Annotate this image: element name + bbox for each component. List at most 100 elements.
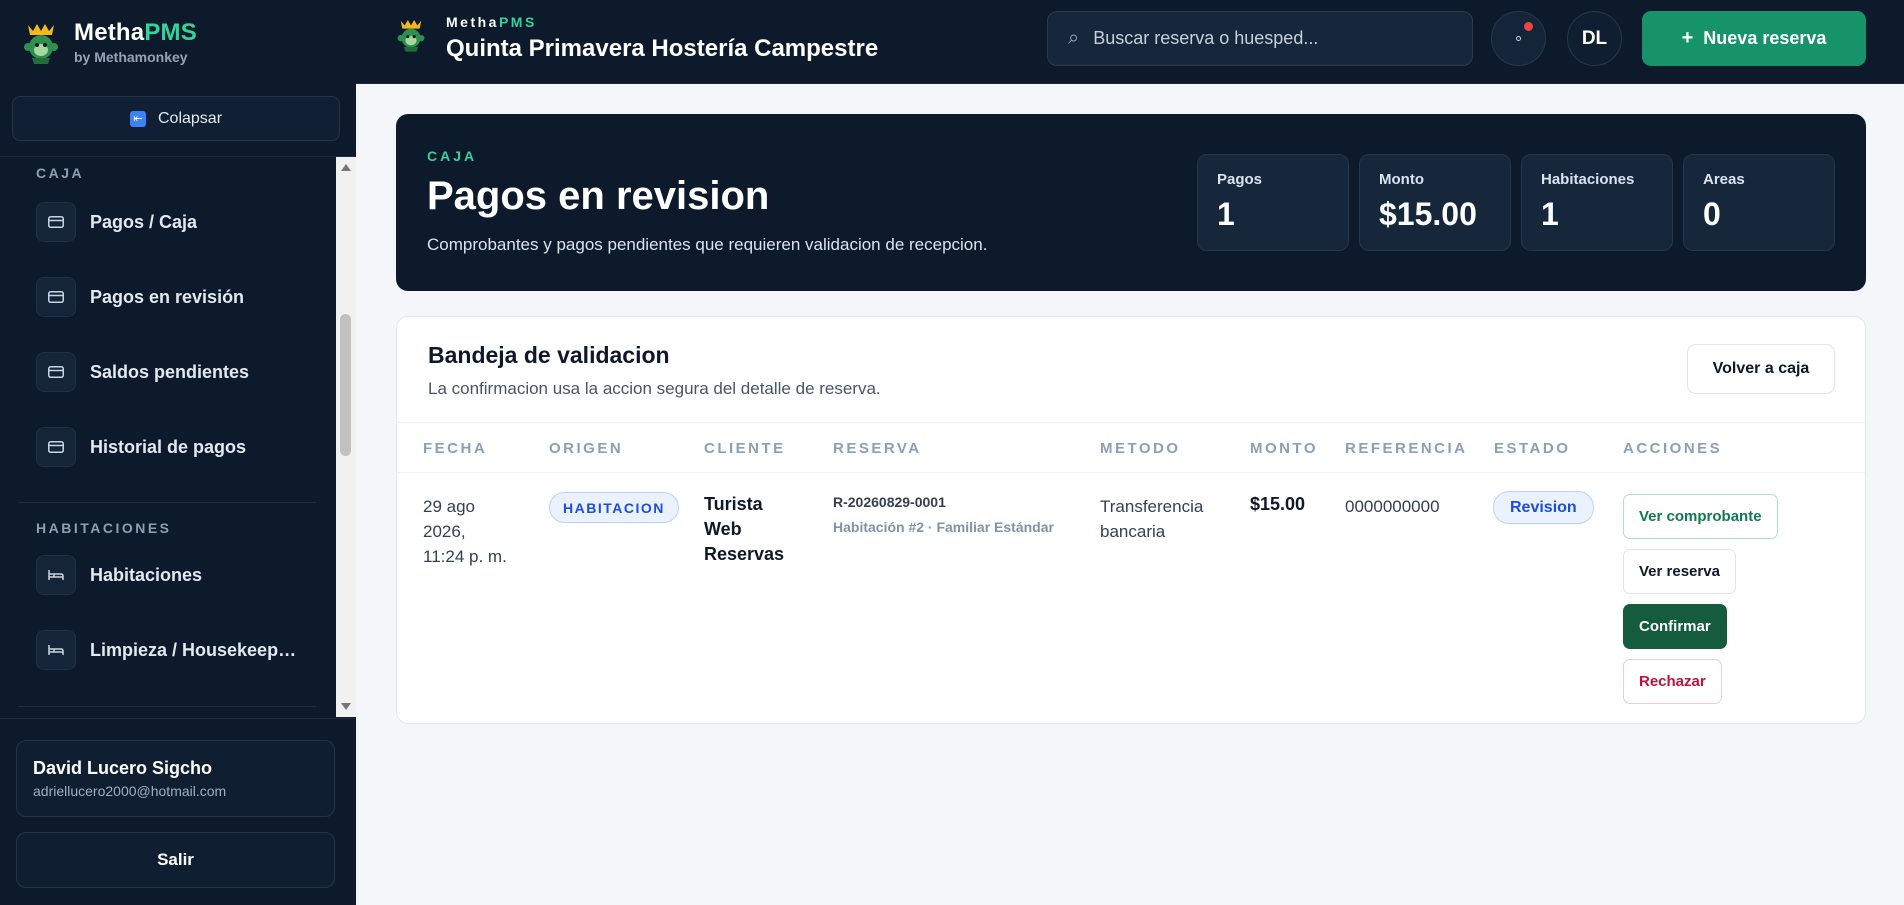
bell-icon xyxy=(1516,36,1521,41)
divider xyxy=(18,706,316,707)
logout-button[interactable]: Salir xyxy=(16,832,335,888)
scrollbar-thumb[interactable] xyxy=(340,314,351,456)
new-reservation-button[interactable]: + Nueva reserva xyxy=(1642,11,1866,66)
fecha-line: 2026, xyxy=(423,522,466,541)
sidebar-item-limpieza[interactable]: Limpieza / Housekeeping xyxy=(36,630,326,670)
user-card: David Lucero Sigcho adriellucero2000@hot… xyxy=(16,740,335,817)
column-header-metodo: METODO xyxy=(1100,440,1181,457)
fecha-line: 11:24 p. m. xyxy=(423,547,507,566)
monkey-logo-icon xyxy=(24,23,58,64)
validation-inbox-card: Bandeja de validacion La confirmacion us… xyxy=(396,316,1866,724)
scroll-up-arrow-icon[interactable] xyxy=(341,164,351,171)
stat-card-monto: Monto $15.00 xyxy=(1359,154,1511,251)
hero-kicker: CAJA xyxy=(427,148,478,164)
inbox-title: Bandeja de validacion xyxy=(428,342,670,368)
column-header-reserva: RESERVA xyxy=(833,440,922,457)
stat-value: 1 xyxy=(1217,196,1235,232)
user-name: David Lucero Sigcho xyxy=(33,758,213,778)
page-hero: CAJA Pagos en revision Comprobantes y pa… xyxy=(396,114,1866,291)
bed-icon xyxy=(36,555,76,595)
avatar[interactable]: DL xyxy=(1567,11,1622,66)
brand-subtitle: by Methamonkey xyxy=(74,49,188,65)
sidebar-item-pagos-caja[interactable]: Pagos / Caja xyxy=(36,202,326,242)
credit-card-icon xyxy=(36,427,76,467)
stat-label: Pagos xyxy=(1217,171,1263,188)
cliente-line: Reservas xyxy=(704,544,785,564)
new-reservation-label: Nueva reserva xyxy=(1703,28,1827,48)
cell-fecha: 29 ago 2026, 11:24 p. m. xyxy=(423,494,507,569)
brand-name: MethaPMS xyxy=(74,19,197,46)
status-badge: Revision xyxy=(1493,491,1594,524)
cell-metodo: Transferencia bancaria xyxy=(1100,494,1203,544)
sidebar-item-habitaciones[interactable]: Habitaciones xyxy=(36,555,326,595)
reject-button[interactable]: Rechazar xyxy=(1623,659,1722,704)
sidebar-nav: CAJA Pagos / Caja Pagos en revisión Sald… xyxy=(0,157,336,717)
sidebar: MethaPMS by Methamonkey ⇤ Colapsar CAJA … xyxy=(0,0,356,905)
cliente-line: Turista xyxy=(704,494,763,514)
sidebar-item-label: Saldos pendientes xyxy=(90,361,250,382)
metodo-line: bancaria xyxy=(1100,522,1166,541)
stat-value: $15.00 xyxy=(1379,196,1477,232)
cliente-line: Web xyxy=(704,519,742,539)
stat-label: Habitaciones xyxy=(1541,171,1635,188)
credit-card-icon xyxy=(36,352,76,392)
column-header-acciones: ACCIONES xyxy=(1623,440,1723,457)
collapse-label: Colapsar xyxy=(157,109,223,127)
sidebar-item-label: Pagos en revisión xyxy=(90,286,245,307)
topbar-brand: MethaPMS xyxy=(446,14,537,30)
metodo-line: Transferencia xyxy=(1100,497,1204,516)
topbar: MethaPMS Quinta Primavera Hostería Campe… xyxy=(356,0,1904,84)
back-to-cash-button[interactable]: Volver a caja xyxy=(1687,344,1835,394)
stat-value: 0 xyxy=(1703,196,1721,232)
page-subtitle: Comprobantes y pagos pendientes que requ… xyxy=(427,235,988,254)
notifications-button[interactable] xyxy=(1491,11,1546,66)
stat-label: Monto xyxy=(1379,171,1424,188)
user-email: adriellucero2000@hotmail.com xyxy=(33,783,227,799)
stat-card-habitaciones: Habitaciones 1 xyxy=(1521,154,1673,251)
stat-card-areas: Areas 0 xyxy=(1683,154,1835,251)
stat-label: Areas xyxy=(1703,171,1745,188)
sidebar-item-historial-pagos[interactable]: Historial de pagos xyxy=(36,427,326,467)
property-name: Quinta Primavera Hostería Campestre xyxy=(446,35,879,62)
sidebar-item-label: Limpieza / Housekeeping xyxy=(90,639,300,660)
cell-cliente: Turista Web Reservas xyxy=(704,492,794,567)
inbox-subtitle: La confirmacion usa la accion segura del… xyxy=(428,379,881,398)
column-header-referencia: REFERENCIA xyxy=(1345,440,1468,457)
column-header-monto: MONTO xyxy=(1250,440,1319,457)
nav-section-title: HABITACIONES xyxy=(36,520,172,536)
search-icon: ⌕ xyxy=(1068,27,1080,49)
stat-card-pagos: Pagos 1 xyxy=(1197,154,1349,251)
fecha-line: 29 ago xyxy=(423,497,475,516)
column-header-cliente: CLIENTE xyxy=(704,440,786,457)
confirm-button[interactable]: Confirmar xyxy=(1623,604,1727,649)
column-header-estado: ESTADO xyxy=(1494,440,1571,457)
view-reservation-button[interactable]: Ver reserva xyxy=(1623,549,1736,594)
page-title: Pagos en revision xyxy=(427,174,770,218)
column-header-origen: ORIGEN xyxy=(549,440,624,457)
sidebar-scrollbar[interactable] xyxy=(336,157,356,717)
cell-monto: $15.00 xyxy=(1250,494,1306,514)
divider xyxy=(0,718,356,719)
sidebar-item-saldos-pendientes[interactable]: Saldos pendientes xyxy=(36,352,326,392)
view-receipt-button[interactable]: Ver comprobante xyxy=(1623,494,1778,539)
divider xyxy=(18,502,316,503)
collapse-sidebar-button[interactable]: ⇤ Colapsar xyxy=(12,96,340,141)
origin-badge: HABITACION xyxy=(549,492,679,523)
table-header: FECHA ORIGEN CLIENTE RESERVA METODO MONT… xyxy=(397,422,1865,473)
brand[interactable]: MethaPMS by Methamonkey xyxy=(22,20,197,65)
nav-section-title: CAJA xyxy=(36,165,85,181)
credit-card-icon xyxy=(36,202,76,242)
sidebar-item-label: Habitaciones xyxy=(90,564,203,585)
column-header-fecha: FECHA xyxy=(423,440,488,457)
sidebar-item-label: Pagos / Caja xyxy=(90,211,198,232)
scroll-down-arrow-icon[interactable] xyxy=(341,703,351,710)
stat-value: 1 xyxy=(1541,196,1559,232)
search-box[interactable]: ⌕ xyxy=(1047,11,1473,66)
sidebar-item-label: Historial de pagos xyxy=(90,436,247,457)
search-input[interactable] xyxy=(1093,28,1454,49)
monkey-logo-icon xyxy=(397,20,425,52)
credit-card-icon xyxy=(36,277,76,317)
sidebar-item-pagos-revision[interactable]: Pagos en revisión xyxy=(36,277,326,317)
notification-dot xyxy=(1524,22,1533,31)
cell-referencia: 0000000000 xyxy=(1345,497,1440,516)
